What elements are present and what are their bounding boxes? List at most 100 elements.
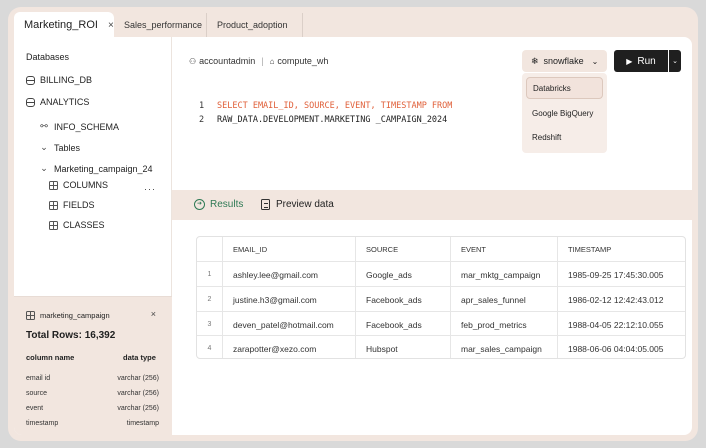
cell-timestamp: 1988-04-05 22:12:10.055 (557, 312, 685, 337)
database-icon (26, 97, 35, 107)
results-tab-bar: ➜ Results Preview data (172, 190, 692, 220)
column-name: timestamp (26, 420, 59, 427)
tab-marketing-roi[interactable]: Marketing_ROI × (14, 12, 114, 38)
line-number: 2 (199, 115, 205, 125)
divider: | (261, 56, 264, 66)
cell-timestamp: 1986-02-12 12:42:43.012 (557, 287, 685, 312)
column-header[interactable]: EMAIL_ID (222, 237, 355, 262)
close-icon[interactable]: × (108, 20, 114, 31)
tree-item-analytics[interactable]: ANALYTICS (26, 97, 89, 107)
run-options-button[interactable]: ⌄ (669, 50, 681, 72)
cell-source: Hubspot (355, 336, 450, 358)
tree-item-billing-db[interactable]: BILLING_DB (26, 75, 92, 85)
column-name: source (26, 390, 48, 397)
chevron-down-icon: ⌄ (672, 58, 678, 65)
database-icon (26, 75, 35, 85)
column-type: timestamp (126, 420, 159, 427)
database-sidebar: Databases BILLING_DB ANALYTICS ⚯ INFO_SC… (14, 37, 172, 435)
column-row: source varchar (256) (26, 390, 159, 397)
column-row: event varchar (256) (26, 405, 159, 412)
tab-results[interactable]: ➜ Results (194, 199, 243, 210)
tree-item-classes[interactable]: CLASSES (49, 220, 105, 230)
tree-item-tables[interactable]: ⌄ Tables (39, 142, 80, 153)
data-type-header: data type (123, 353, 156, 362)
run-button[interactable]: ▶ Run (614, 50, 668, 72)
total-rows: Total Rows: 16,392 (26, 330, 116, 341)
cell-event: mar_sales_campaign (450, 336, 557, 358)
tree-item-fields[interactable]: FIELDS (49, 200, 95, 210)
tree-item-label: COLUMNS (63, 180, 109, 190)
code-text: SELECT EMAIL_ID, SOURCE, EVENT, TIMESTAM… (217, 101, 453, 111)
column-row: email id varchar (256) (26, 375, 159, 382)
cell-email: deven_patel@hotmail.com (222, 312, 355, 337)
info-panel-header: marketing_campaign (26, 311, 110, 320)
table-info-panel: marketing_campaign × Total Rows: 16,392 … (14, 296, 172, 435)
tree-item-label: Tables (54, 142, 81, 153)
tab-label: Preview data (276, 199, 334, 210)
document-icon (261, 199, 270, 210)
tab-label: Marketing_ROI (24, 19, 98, 31)
connector-dropdown: Databricks Google BigQuery Redshift (522, 73, 607, 153)
dropdown-item-databricks[interactable]: Databricks (526, 77, 603, 99)
code-text: RAW_DATA.DEVELOPMENT.MARKETING _CAMPAIGN… (217, 115, 448, 125)
warehouse-selector[interactable]: compute_wh (277, 56, 328, 66)
cell-email: zarapotter@xezo.com (222, 336, 355, 358)
column-type: varchar (256) (117, 375, 159, 382)
table-header-row: EMAIL_ID SOURCE EVENT TIMESTAMP (197, 237, 685, 262)
row-number: 2 (207, 296, 212, 303)
chevron-down-icon: ⌄ (591, 56, 599, 66)
tree-item-label: INFO_SCHEMA (54, 121, 120, 132)
tree-item-label: CLASSES (63, 220, 105, 230)
cell-source: Google_ads (355, 262, 450, 287)
cell-event: feb_prod_metrics (450, 312, 557, 337)
code-line: 2 RAW_DATA.DEVELOPMENT.MARKETING _CAMPAIG… (199, 113, 452, 127)
role-selector[interactable]: accountadmin (199, 56, 255, 66)
tree-item-info-schema[interactable]: ⚯ INFO_SCHEMA (39, 121, 119, 132)
tab-preview-data[interactable]: Preview data (261, 199, 334, 210)
code-line: 1 SELECT EMAIL_ID, SOURCE, EVENT, TIMESTA… (199, 99, 452, 113)
table-icon (49, 200, 58, 210)
tab-product-adoption[interactable]: Product_adoption (207, 13, 303, 37)
warehouse-icon: ⌂ (269, 56, 275, 66)
tree-item-label: BILLING_DB (40, 75, 93, 85)
workspace: Databases BILLING_DB ANALYTICS ⚯ INFO_SC… (14, 37, 692, 435)
tab-label: Results (210, 199, 244, 210)
table-icon (49, 180, 58, 190)
table-row[interactable]: 4 zarapotter@xezo.com Hubspot mar_sales_… (197, 335, 685, 358)
row-number: 1 (207, 271, 212, 278)
dropdown-item-redshift[interactable]: Redshift (526, 126, 603, 148)
more-options-icon[interactable]: ··· (144, 184, 156, 194)
context-bar: ⚇ accountadmin | ⌂ compute_wh (189, 56, 328, 66)
tab-label: Sales_performance (124, 20, 203, 30)
table-row[interactable]: 1 ashley.lee@gmail.com Google_ads mar_mk… (197, 261, 685, 287)
cell-source: Facebook_ads (355, 287, 450, 312)
cell-email: justine.h3@gmail.com (222, 287, 355, 312)
tree-item-marketing-campaign[interactable]: ⌄ Marketing_campaign_24 (39, 163, 153, 174)
row-number: 3 (207, 321, 212, 328)
table-row[interactable]: 2 justine.h3@gmail.com Facebook_ads apr_… (197, 286, 685, 312)
column-type: varchar (256) (117, 390, 159, 397)
run-label: Run (637, 55, 656, 67)
tab-bar: Marketing_ROI × Sales_performance Produc… (8, 7, 698, 38)
tab-sales-performance[interactable]: Sales_performance (114, 13, 207, 37)
dropdown-item-google-bigquery[interactable]: Google BigQuery (526, 102, 603, 124)
close-icon[interactable]: × (151, 309, 156, 319)
sidebar-title: Databases (26, 52, 70, 62)
cell-source: Facebook_ads (355, 312, 450, 337)
tree-item-label: Marketing_campaign_24 (54, 163, 153, 174)
results-table: EMAIL_ID SOURCE EVENT TIMESTAMP 1 ashley… (196, 236, 686, 359)
table-row[interactable]: 3 deven_patel@hotmail.com Facebook_ads f… (197, 311, 685, 337)
row-number-header (197, 237, 222, 262)
connector-select[interactable]: ❄ snowflake ⌄ (522, 50, 607, 72)
snowflake-icon: ❄ (531, 55, 539, 66)
column-header[interactable]: TIMESTAMP (557, 237, 685, 262)
sql-editor[interactable]: 1 SELECT EMAIL_ID, SOURCE, EVENT, TIMESTA… (199, 99, 452, 127)
column-header[interactable]: EVENT (450, 237, 557, 262)
cell-event: apr_sales_funnel (450, 287, 557, 312)
tree-item-label: FIELDS (63, 200, 95, 210)
tree-item-columns[interactable]: COLUMNS (49, 180, 108, 190)
arrow-right-circle-icon: ➜ (194, 199, 205, 210)
table-icon (26, 311, 35, 320)
info-panel-table-name: marketing_campaign (40, 311, 110, 320)
column-header[interactable]: SOURCE (355, 237, 450, 262)
